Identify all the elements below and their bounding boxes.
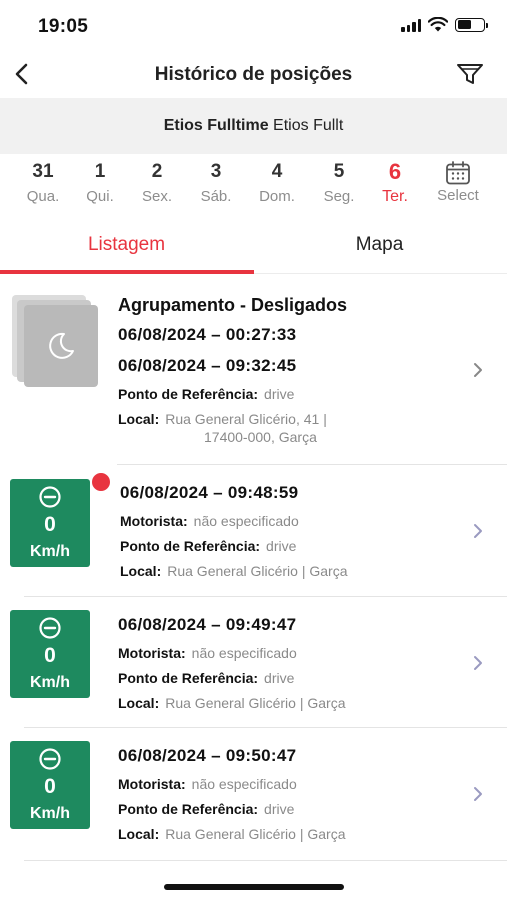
wifi-icon — [428, 17, 448, 32]
chevron-right-icon — [474, 363, 482, 377]
calendar-select-button[interactable]: Select — [428, 158, 488, 204]
battery-icon — [455, 17, 488, 32]
status-bar: 19:05 — [0, 0, 507, 50]
group-local-line: Local: Rua General Glicério, 41 | — [118, 411, 327, 427]
local-line: Local: Rua General Glicério | Garça — [118, 695, 346, 711]
group-title: Agrupamento - Desligados — [118, 295, 348, 315]
speed-badge: 0 Km/h — [10, 471, 112, 567]
day-weekday: Qui. — [86, 188, 114, 205]
minus-circle-icon — [39, 748, 61, 770]
day-number: 1 — [94, 161, 106, 182]
stacked-cards-thumbnail — [12, 295, 102, 390]
vehicle-name: Etios Fulltime — [163, 117, 269, 134]
filter-icon[interactable] — [455, 60, 485, 88]
day-weekday: Ter. — [382, 188, 408, 205]
local-line: Local: Rua General Glicério | Garça — [120, 563, 348, 579]
day-number: 31 — [32, 161, 54, 182]
driver-line: Motorista: não especificado — [118, 776, 297, 792]
speed-badge: 0 Km/h — [10, 610, 90, 698]
alert-dot — [90, 471, 112, 493]
group-info: Agrupamento - Desligados 06/08/2024 – 00… — [118, 294, 447, 446]
vehicle-name-band: Etios Fulltime Etios Fullt — [0, 98, 507, 154]
view-tabs: Listagem Mapa — [0, 226, 507, 274]
driver-line: Motorista: não especificado — [118, 645, 297, 661]
group-end-datetime: 06/08/2024 – 09:32:45 — [118, 356, 297, 375]
day-number: 2 — [151, 161, 163, 182]
minus-circle-icon — [39, 617, 61, 639]
local-line: Local: Rua General Glicério | Garça — [118, 826, 346, 842]
speed-value: 0 — [44, 644, 56, 667]
day-item[interactable]: 4 Dom. — [247, 158, 307, 205]
day-number: 3 — [210, 161, 222, 182]
status-time: 19:05 — [38, 16, 89, 37]
position-row[interactable]: 0 Km/h 06/08/2024 – 09:48:59 Motorista: n… — [0, 465, 507, 597]
day-weekday: Qua. — [26, 188, 60, 205]
speed-unit: Km/h — [30, 805, 70, 822]
row-divider — [24, 860, 507, 861]
group-reference-line: Ponto de Referência: drive — [118, 386, 295, 402]
status-icons — [401, 17, 488, 32]
position-info: 06/08/2024 – 09:50:47 Motorista: não espe… — [118, 745, 447, 843]
position-info: 06/08/2024 – 09:48:59 Motorista: não espe… — [120, 482, 447, 580]
vehicle-name-extra: Etios Fullt — [273, 117, 344, 134]
day-weekday: Sex. — [141, 188, 172, 205]
cellular-signal-icon — [401, 18, 421, 32]
speed-unit: Km/h — [30, 674, 70, 691]
tab-listagem[interactable]: Listagem — [0, 226, 253, 274]
group-row[interactable]: Agrupamento - Desligados 06/08/2024 – 00… — [0, 276, 507, 465]
moon-icon — [49, 332, 74, 359]
chevron-right-icon — [474, 524, 482, 538]
day-item[interactable]: 31 Qua. — [13, 158, 73, 205]
speed-badge: 0 Km/h — [10, 741, 90, 829]
day-item-selected[interactable]: 6 Ter. — [365, 158, 425, 206]
reference-line: Ponto de Referência: drive — [120, 538, 297, 554]
day-number: 4 — [271, 161, 283, 182]
app-header: Histórico de posições — [0, 50, 507, 98]
reference-line: Ponto de Referência: drive — [118, 670, 295, 686]
day-item[interactable]: 3 Sáb. — [186, 158, 246, 205]
day-number: 5 — [333, 161, 345, 182]
calendar-icon — [446, 161, 470, 185]
position-datetime: 06/08/2024 – 09:49:47 — [118, 615, 297, 634]
home-indicator[interactable] — [164, 884, 344, 890]
position-datetime: 06/08/2024 – 09:50:47 — [118, 746, 297, 765]
day-selector: 31 Qua. 1 Qui. 2 Sex. 3 Sáb. 4 Dom. 5 Se… — [0, 158, 507, 220]
group-start-datetime: 06/08/2024 – 00:27:33 — [118, 325, 297, 344]
chevron-right-icon — [474, 656, 482, 670]
position-info: 06/08/2024 – 09:49:47 Motorista: não espe… — [118, 614, 447, 712]
day-item[interactable]: 1 Qui. — [70, 158, 130, 205]
speed-value: 0 — [44, 775, 56, 798]
minus-circle-icon — [39, 486, 61, 508]
speed-unit: Km/h — [30, 543, 70, 560]
speed-value: 0 — [44, 513, 56, 536]
position-datetime: 06/08/2024 – 09:48:59 — [120, 483, 299, 502]
reference-line: Ponto de Referência: drive — [118, 801, 295, 817]
day-item[interactable]: 5 Seg. — [309, 158, 369, 205]
active-tab-indicator — [0, 270, 254, 274]
position-row[interactable]: 0 Km/h 06/08/2024 – 09:49:47 Motorista: n… — [0, 597, 507, 728]
day-weekday: Dom. — [259, 188, 295, 205]
position-row[interactable]: 0 Km/h 06/08/2024 – 09:50:47 Motorista: n… — [0, 728, 507, 861]
driver-line: Motorista: não especificado — [120, 513, 299, 529]
day-weekday: Seg. — [323, 188, 355, 205]
page-title: Histórico de posições — [154, 64, 353, 85]
select-label: Select — [437, 187, 479, 204]
day-weekday: Sáb. — [200, 188, 232, 205]
chevron-right-icon — [474, 787, 482, 801]
tab-mapa[interactable]: Mapa — [253, 226, 506, 274]
day-number: 6 — [388, 159, 402, 184]
day-item[interactable]: 2 Sex. — [127, 158, 187, 205]
group-local-continuation: 17400-000, Garça — [204, 429, 317, 445]
